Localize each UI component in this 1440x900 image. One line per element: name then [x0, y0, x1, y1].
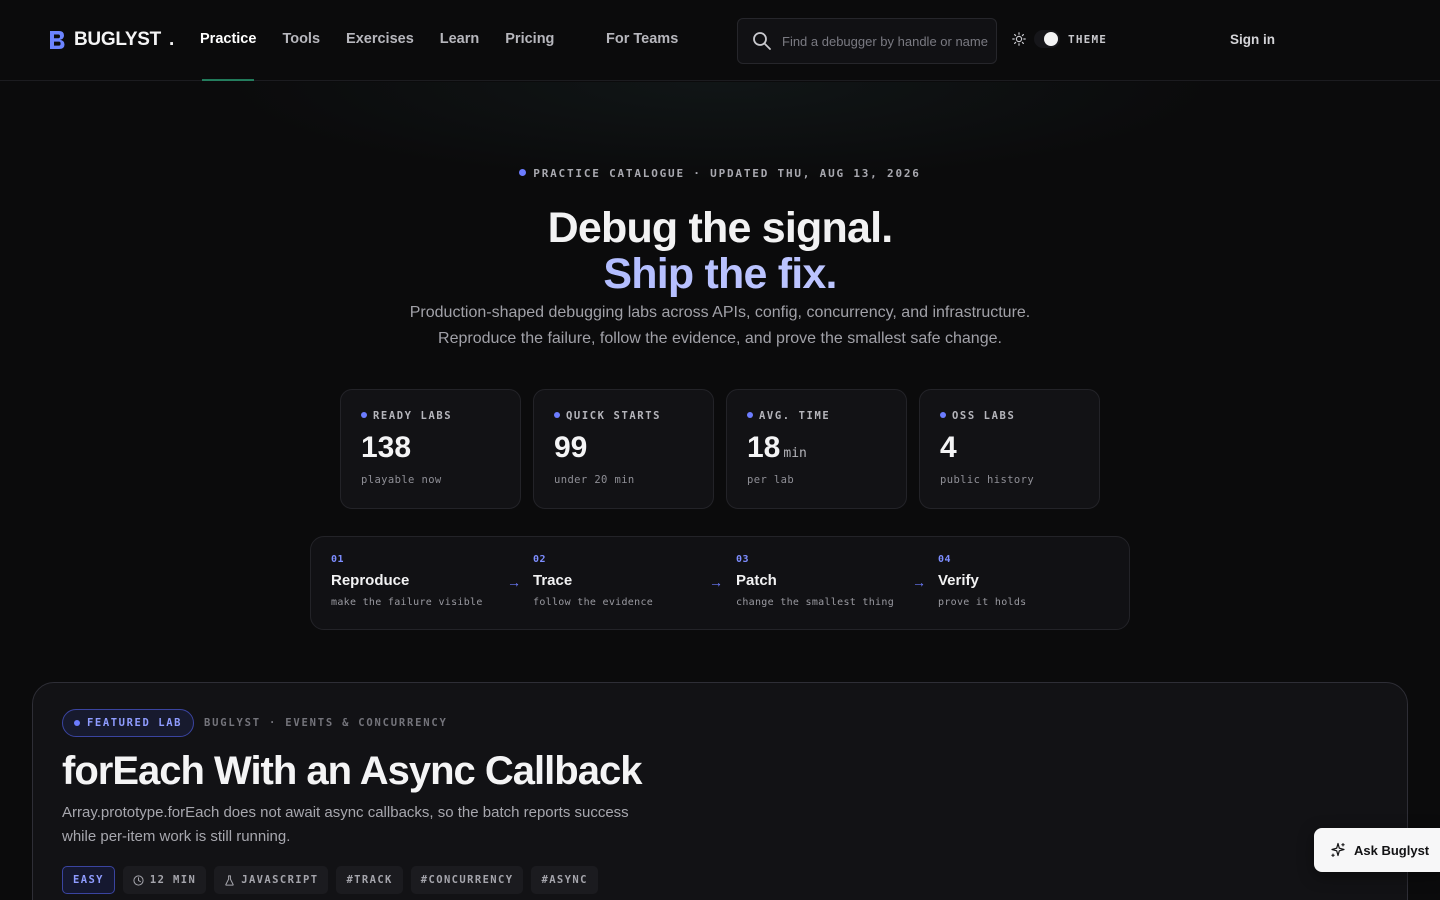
- stat-value: 4: [940, 431, 957, 464]
- workflow-steps: 01 Reproduce make the failure visible → …: [310, 536, 1130, 630]
- tag-track[interactable]: #TRACK: [336, 866, 403, 894]
- hero-subtitle-line-2: Reproduce the failure, follow the eviden…: [438, 330, 1002, 347]
- hero-subtitle-line-1: Production-shaped debugging labs across …: [409, 304, 1031, 321]
- stat-label: AVG. TIME: [747, 410, 886, 422]
- brand-suffix: .: [168, 29, 175, 50]
- nav-for-teams[interactable]: For Teams: [606, 31, 678, 47]
- search-icon: [753, 32, 771, 50]
- sparkle-icon: [1331, 842, 1345, 858]
- stat-label: READY LABS: [361, 410, 500, 422]
- nav-tools[interactable]: Tools: [282, 31, 320, 47]
- step-reproduce: 01 Reproduce make the failure visible: [331, 554, 483, 608]
- lab-breadcrumb: BUGLYST · EVENTS & CONCURRENCY: [204, 717, 448, 729]
- theme-switcher[interactable]: THEME: [1012, 30, 1107, 48]
- stat-value: 138: [361, 431, 412, 464]
- stat-caption: under 20 min: [554, 474, 635, 486]
- lab-title[interactable]: forEach With an Async Callback: [62, 749, 642, 794]
- stat-caption: playable now: [361, 474, 442, 486]
- stat-value: 99: [554, 431, 588, 464]
- hero-subtitle: Production-shaped debugging labs across …: [0, 300, 1440, 352]
- nav-practice[interactable]: Practice: [200, 31, 256, 47]
- eyebrow-dot: [519, 169, 527, 176]
- sign-in-link[interactable]: Sign in: [1230, 32, 1275, 47]
- top-nav-bar: BUGLYST . Practice Tools Exercises Learn…: [0, 0, 1440, 81]
- hero-title-accent: Ship the fix.: [0, 250, 1440, 299]
- search-input[interactable]: [782, 33, 992, 49]
- tag-difficulty[interactable]: EASY: [62, 866, 115, 894]
- clock-icon: [133, 874, 144, 886]
- badge-dot: [74, 720, 80, 726]
- featured-badge: FEATURED LAB: [62, 709, 195, 737]
- step-patch: 03 Patch change the smallest thing: [736, 554, 895, 608]
- nav-learn[interactable]: Learn: [440, 31, 480, 47]
- buglyst-logo-icon: [50, 31, 65, 49]
- stat-caption: public history: [940, 474, 1035, 486]
- tag-duration[interactable]: 12 MIN: [122, 866, 207, 894]
- arrow-right-icon: →: [507, 574, 521, 590]
- stat-card-ready-labs: READY LABS 138 playable now: [340, 389, 521, 509]
- flask-icon: [225, 874, 234, 886]
- stat-card-oss-labs: OSS LABS 4 public history: [919, 389, 1100, 509]
- sun-icon: [1012, 32, 1026, 46]
- stat-value: 18 min: [747, 431, 807, 464]
- stat-label: QUICK STARTS: [554, 410, 693, 422]
- nav-exercises[interactable]: Exercises: [346, 31, 414, 47]
- primary-nav: Practice Tools Exercises Learn Pricing: [200, 31, 554, 47]
- search-box[interactable]: [737, 18, 997, 64]
- featured-lab-card[interactable]: FEATURED LAB BUGLYST · EVENTS & CONCURRE…: [32, 682, 1408, 900]
- stat-card-quick-starts: QUICK STARTS 99 under 20 min: [533, 389, 714, 509]
- stat-caption: per lab: [747, 474, 795, 486]
- nav-active-indicator: [202, 79, 254, 81]
- nav-pricing[interactable]: Pricing: [505, 31, 554, 47]
- theme-label: THEME: [1068, 32, 1108, 46]
- lab-tags: EASY 12 MIN JAVASCRIPT #TRACK #CONCURREN…: [62, 866, 598, 894]
- step-trace: 02 Trace follow the evidence: [533, 554, 654, 608]
- brand-logo[interactable]: BUGLYST .: [48, 29, 174, 51]
- catalogue-eyebrow: PRACTICE CATALOGUE · UPDATED THU, AUG 13…: [0, 167, 1440, 180]
- tag-concurrency[interactable]: #CONCURRENCY: [410, 866, 524, 894]
- theme-toggle[interactable]: [1034, 30, 1060, 48]
- hero-title: Debug the signal.: [547, 204, 894, 252]
- lab-description: Array.prototype.forEach does not await a…: [62, 804, 629, 845]
- ask-buglyst-button[interactable]: Ask Buglyst: [1314, 828, 1440, 872]
- ask-buglyst-label: Ask Buglyst: [1354, 842, 1430, 858]
- arrow-right-icon: →: [709, 574, 723, 590]
- tag-async[interactable]: #ASYNC: [531, 866, 598, 894]
- stat-label: OSS LABS: [940, 410, 1079, 422]
- eyebrow-text: PRACTICE CATALOGUE · UPDATED THU, AUG 13…: [533, 167, 921, 180]
- stat-card-avg-time: AVG. TIME 18 min per lab: [726, 389, 907, 509]
- brand-name: BUGLYST: [74, 29, 161, 50]
- arrow-right-icon: →: [912, 574, 926, 590]
- toggle-knob: [1044, 32, 1058, 46]
- step-verify: 04 Verify prove it holds: [938, 554, 1027, 608]
- tag-language[interactable]: JAVASCRIPT: [214, 866, 329, 894]
